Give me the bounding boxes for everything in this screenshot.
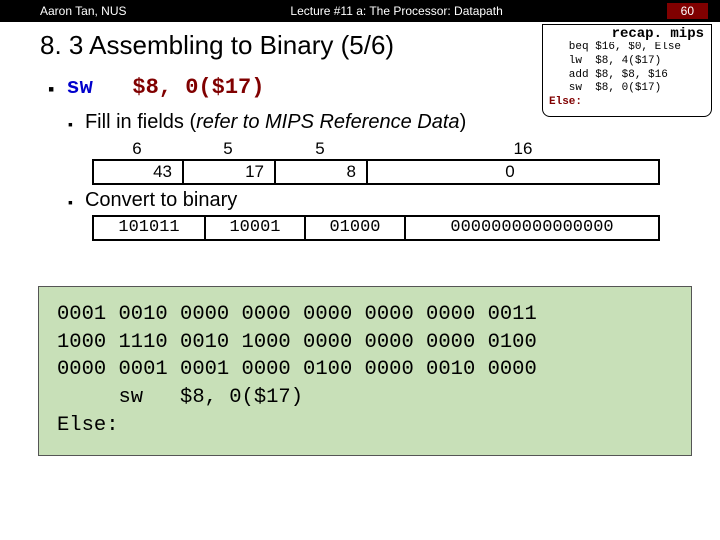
recap-line: add $8, $8, $16 [549, 69, 705, 83]
fieldval-opcode: 43 [94, 161, 184, 183]
header-author: Aaron Tan, NUS [40, 4, 127, 18]
slide-header: Aaron Tan, NUS Lecture #11 a: The Proces… [0, 0, 720, 22]
code-row-else: Else: [57, 412, 673, 440]
recap-line-else: Else: [549, 96, 705, 110]
fieldval-imm: 0 [368, 161, 658, 183]
page-title: 8. 3 Assembling to Binary (5/6) [40, 30, 394, 61]
machinecode-box: 0001 0010 0000 0000 0000 0000 0000 0011 … [38, 286, 692, 456]
bullet-icon: ▪ [68, 111, 73, 137]
instruction-args: $8, 0($17) [132, 75, 264, 100]
bitwidth-opcode: 6 [92, 139, 182, 159]
instruction-op: sw [66, 75, 92, 100]
bin-imm: 0000000000000000 [406, 217, 658, 239]
field-bit-widths: 6 5 5 16 [48, 139, 680, 159]
code-row: 0000 0001 0001 0000 0100 0000 0010 0000 [57, 356, 673, 384]
bitwidth-rt: 5 [274, 139, 366, 159]
field-value-table: 43 17 8 0 [92, 159, 660, 185]
bitwidth-rs: 5 [182, 139, 274, 159]
convert-binary-bullet: ▪ Convert to binary [48, 189, 680, 215]
header-page: 60 [667, 3, 708, 19]
code-row-sw: sw $8, 0($17) [57, 384, 673, 412]
fieldval-rt: 8 [276, 161, 368, 183]
recap-line: sw $8, 0($17) [549, 82, 705, 96]
recap-label: recap. mips [608, 26, 708, 42]
instruction-text: sw $8, 0($17) [66, 75, 264, 103]
recap-line: lw $8, 4($17) [549, 55, 705, 69]
bin-opcode: 101011 [94, 217, 206, 239]
binary-table: 101011 10001 01000 0000000000000000 [92, 215, 660, 241]
header-title: Lecture #11 a: The Processor: Datapath [290, 4, 502, 18]
fill-fields-text: Fill in fields (refer to MIPS Reference … [85, 111, 466, 137]
convert-binary-text: Convert to binary [85, 189, 237, 215]
bullet-icon: ▪ [68, 189, 73, 215]
fieldval-rs: 17 [184, 161, 276, 183]
bitwidth-imm: 16 [366, 139, 680, 159]
bin-rs: 10001 [206, 217, 306, 239]
bin-rt: 01000 [306, 217, 406, 239]
bullet-icon: ▪ [48, 75, 54, 103]
code-row: 0001 0010 0000 0000 0000 0000 0000 0011 [57, 301, 673, 329]
recap-line: beq $16, $0, Else [549, 41, 705, 55]
code-row: 1000 1110 0010 1000 0000 0000 0000 0100 [57, 329, 673, 357]
